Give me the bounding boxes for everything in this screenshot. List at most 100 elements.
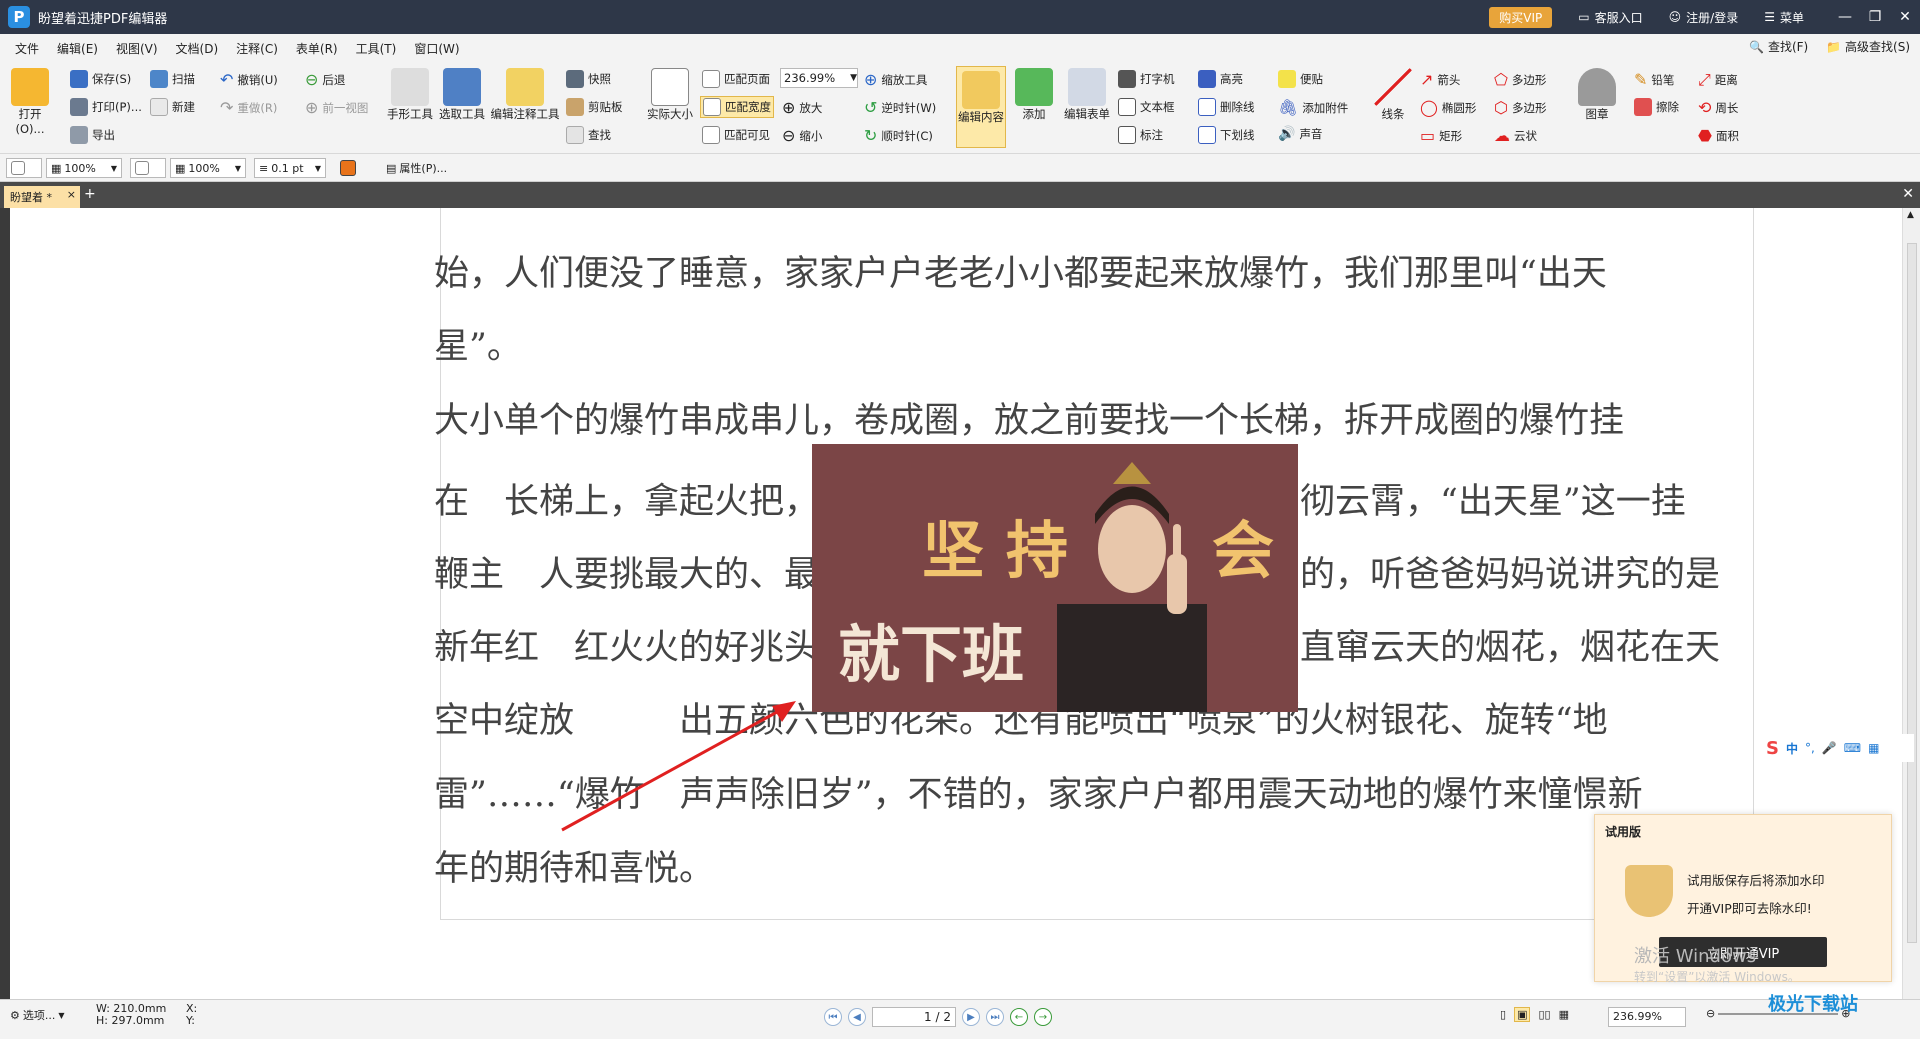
- back-view-icon[interactable]: ←: [1010, 1008, 1028, 1026]
- undo-button[interactable]: ↶ 撤销(U): [220, 70, 278, 89]
- forward-view-icon[interactable]: →: [1034, 1008, 1052, 1026]
- stroke-opacity-select[interactable]: ▦ 100% ▼: [170, 158, 246, 178]
- ime-toolbar[interactable]: S 中 °, 🎤 ⌨ ▦: [1764, 734, 1914, 762]
- select-tool-button[interactable]: 选取工具: [436, 68, 488, 122]
- maximize-button[interactable]: ❐: [1860, 9, 1890, 25]
- strikethrough-button[interactable]: 删除线: [1198, 98, 1255, 116]
- find-button[interactable]: 🔍 查找(F): [1749, 38, 1808, 55]
- add-button[interactable]: 添加: [1010, 68, 1058, 122]
- redo-button[interactable]: ↷ 重做(R): [220, 98, 277, 117]
- advanced-find-button[interactable]: 📁 高级查找(S): [1826, 38, 1910, 55]
- scroll-thumb[interactable]: [1907, 243, 1917, 943]
- menu-view[interactable]: 视图(V): [107, 40, 167, 57]
- print-button[interactable]: 打印(P)...: [70, 98, 142, 116]
- last-page-icon[interactable]: ⏭: [986, 1008, 1004, 1026]
- rectangle-button[interactable]: ▭ 矩形: [1420, 126, 1462, 145]
- vertical-scrollbar[interactable]: ▲: [1902, 208, 1920, 999]
- textbox-button[interactable]: 文本框: [1118, 98, 1175, 116]
- save-button[interactable]: 保存(S): [70, 70, 131, 88]
- meme-image[interactable]: 坚持 会 就下班: [812, 444, 1298, 712]
- page-number-input[interactable]: 1 / 2: [872, 1007, 956, 1027]
- attach-file-button[interactable]: 🖇 添加附件: [1278, 98, 1348, 117]
- menu-edit[interactable]: 编辑(E): [48, 40, 107, 57]
- new-tab-icon[interactable]: +: [84, 186, 96, 202]
- edit-form-button[interactable]: 编辑表单: [1060, 68, 1114, 122]
- stroke-color-select[interactable]: [130, 158, 166, 178]
- prev-page-icon[interactable]: ◀: [848, 1008, 866, 1026]
- sticky-note-button[interactable]: 便贴: [1278, 70, 1323, 88]
- ime-language[interactable]: 中: [1786, 740, 1798, 757]
- typewriter-button[interactable]: 打字机: [1118, 70, 1175, 88]
- scroll-up-icon[interactable]: ▲: [1907, 210, 1914, 220]
- zoom-select[interactable]: 236.99% ▼: [780, 68, 858, 88]
- scan-button[interactable]: 扫描: [150, 70, 195, 88]
- area-button[interactable]: ⬣ 面积: [1698, 126, 1739, 145]
- menu-document[interactable]: 文档(D): [167, 40, 228, 57]
- pencil-button[interactable]: ✎ 铅笔: [1634, 70, 1674, 89]
- close-document-icon[interactable]: ✕: [1902, 186, 1914, 202]
- menu-button[interactable]: ☰ 菜单: [1764, 9, 1804, 26]
- polygon-button[interactable]: ⬠ 多边形: [1494, 70, 1546, 89]
- color-picker[interactable]: [336, 158, 372, 178]
- line-button[interactable]: 线条: [1370, 68, 1416, 122]
- perimeter-button[interactable]: ⟲ 周长: [1698, 98, 1738, 117]
- continuous-facing-icon[interactable]: ▦: [1559, 1008, 1569, 1021]
- find-tool-button[interactable]: 查找: [566, 126, 611, 144]
- tab-close-icon[interactable]: ×: [67, 188, 76, 201]
- eraser-button[interactable]: 擦除: [1634, 98, 1679, 116]
- fill-color-select[interactable]: [6, 158, 42, 178]
- snapshot-button[interactable]: 快照: [566, 70, 611, 88]
- red-arrow-annotation[interactable]: [540, 690, 810, 840]
- menu-file[interactable]: 文件: [6, 40, 48, 57]
- menu-window[interactable]: 窗口(W): [405, 40, 468, 57]
- actual-size-button[interactable]: 实际大小: [644, 68, 696, 122]
- customer-service-button[interactable]: ▭ 客服入口: [1578, 9, 1642, 26]
- facing-page-icon[interactable]: ▯▯: [1538, 1008, 1550, 1021]
- select-options-button[interactable]: ⚙ 选项... ▼: [10, 1007, 65, 1023]
- distance-button[interactable]: ⤢ 距离: [1698, 70, 1738, 90]
- cloud-button[interactable]: ☁ 云状: [1494, 126, 1537, 145]
- microphone-icon[interactable]: 🎤: [1822, 741, 1837, 755]
- edit-content-button[interactable]: 编辑内容: [956, 66, 1006, 148]
- keyboard-icon[interactable]: ⌨: [1844, 741, 1861, 755]
- polyline-button[interactable]: ⬡ 多边形: [1494, 98, 1546, 117]
- open-button[interactable]: 打开(O)...: [6, 68, 54, 136]
- minimize-button[interactable]: —: [1830, 9, 1860, 25]
- highlight-button[interactable]: 高亮: [1198, 70, 1243, 88]
- line-width-select[interactable]: ≡ 0.1 pt ▼: [254, 158, 326, 178]
- fit-page-button[interactable]: 匹配页面: [702, 70, 770, 88]
- properties-button[interactable]: ▤ 属性(P)...: [382, 158, 451, 178]
- underline-button[interactable]: 下划线: [1198, 126, 1255, 144]
- continuous-page-icon[interactable]: ▣: [1514, 1007, 1531, 1022]
- menu-comment[interactable]: 注释(C): [227, 40, 287, 57]
- back-button[interactable]: ⊖ 后退: [305, 70, 345, 89]
- clipboard-button[interactable]: 剪贴板: [566, 98, 623, 116]
- login-button[interactable]: ☺ 注册/登录: [1669, 9, 1739, 26]
- sound-button[interactable]: 🔊 声音: [1278, 126, 1322, 142]
- first-page-icon[interactable]: ⏮: [824, 1008, 842, 1026]
- fit-width-button[interactable]: 匹配宽度: [700, 96, 774, 118]
- edit-annotation-button[interactable]: 编辑注释工具: [490, 68, 560, 122]
- arrow-button[interactable]: ↗ 箭头: [1420, 70, 1460, 89]
- stamp-button[interactable]: 图章: [1572, 68, 1622, 122]
- buy-vip-button[interactable]: 购买VIP: [1489, 6, 1553, 28]
- rotate-ccw-button[interactable]: ↺ 逆时针(W): [864, 98, 936, 117]
- menu-tools[interactable]: 工具(T): [347, 40, 406, 57]
- grid-icon[interactable]: ▦: [1868, 741, 1879, 755]
- document-tab[interactable]: 盼望着 * ×: [4, 186, 80, 208]
- close-button[interactable]: ✕: [1890, 9, 1920, 25]
- menu-form[interactable]: 表单(R): [287, 40, 347, 57]
- zoom-out-icon[interactable]: ⊖: [1706, 1007, 1715, 1020]
- hand-tool-button[interactable]: 手形工具: [384, 68, 436, 122]
- fill-opacity-select[interactable]: ▦ 100% ▼: [46, 158, 122, 178]
- single-page-icon[interactable]: ▯: [1500, 1008, 1506, 1021]
- new-button[interactable]: 新建: [150, 98, 195, 116]
- ellipse-button[interactable]: ◯ 椭圆形: [1420, 98, 1476, 117]
- rotate-cw-button[interactable]: ↻ 顺时针(C): [864, 126, 933, 145]
- export-button[interactable]: 导出: [70, 126, 115, 144]
- zoom-in-button[interactable]: ⊕ 放大: [782, 98, 822, 117]
- next-page-icon[interactable]: ▶: [962, 1008, 980, 1026]
- fit-visible-button[interactable]: 匹配可见: [702, 126, 770, 144]
- previous-view-button[interactable]: ⊕ 前一视图: [305, 98, 368, 117]
- zoom-tool-button[interactable]: ⊕ 缩放工具: [864, 70, 927, 89]
